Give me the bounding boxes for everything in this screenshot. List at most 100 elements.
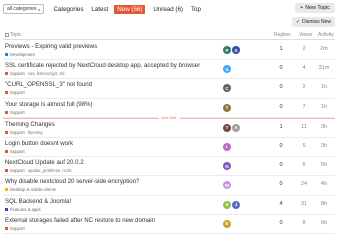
topic-list: Previews - Expiring valid previews Develo… [3,41,335,234]
category-badge[interactable]: Support [10,168,25,173]
activity-time[interactable]: 3h [315,143,333,149]
category-dropdown[interactable]: all categories ▸ [3,4,45,14]
category-color-swatch [5,149,8,153]
activity-time[interactable]: 8h [315,201,333,207]
new-topic-button[interactable]: + New Topic [295,3,335,13]
category-badge[interactable]: Support [10,130,25,135]
topic-meta: Features & apps [5,207,41,212]
check-icon: ✓ [295,19,301,25]
topic-row[interactable]: Why disable nextcloud 20 server-side enc… [3,176,335,196]
nav-latest[interactable]: Latest [91,6,108,13]
activity-time[interactable]: 3h [315,124,333,130]
nav-unread[interactable]: Unread (6) [153,6,183,13]
topic-row[interactable]: NextCloud Update auf 20.0.2 Support update… [3,157,335,177]
avatar[interactable]: A [232,123,240,132]
topic-tags[interactable]: nas, letsencrypt, ssl [28,71,65,76]
views-count: 5 [302,142,306,149]
avatar[interactable]: G [223,65,231,74]
category-color-swatch [5,72,8,76]
category-badge[interactable]: Support [10,71,25,76]
topic-title-link[interactable]: NextCloud Update auf 20.0.2 [5,159,84,166]
avatar[interactable]: L [223,142,231,151]
views-count: 7 [302,103,306,110]
topic-row[interactable]: Theming Changes Support theming T A 1 11 3h [3,119,335,138]
topic-row[interactable]: External storages failed after NC restor… [3,215,335,234]
category-badge[interactable]: Development [10,52,35,57]
category-dropdown-label: all categories [7,6,37,12]
activity-time[interactable]: 5h [315,162,333,168]
category-color-swatch [5,110,8,114]
avatar[interactable]: Y [223,103,231,112]
topic-row[interactable]: Previews - Expiring valid previews Develo… [3,41,335,61]
category-color-swatch [5,91,8,95]
avatar[interactable]: T [223,123,231,132]
category-badge[interactable]: Support [10,149,25,154]
category-color-swatch [5,130,8,134]
views-count: 31 [300,200,308,207]
avatar[interactable]: C [223,84,231,93]
category-badge[interactable]: Support [10,110,25,115]
topic-title-link[interactable]: SQL Backend & Joomla! [5,198,71,205]
avatar[interactable]: S [232,46,240,54]
header-views[interactable]: Views [299,32,312,38]
topic-row[interactable]: "CURL_OPENSSL_3" not found Support C 0 2 1h [3,79,335,99]
activity-time[interactable]: 4h [315,181,333,187]
select-checkbox-icon[interactable] [5,32,9,37]
avatar[interactable]: W [223,181,231,190]
replies-count: 0 [279,103,283,110]
topic-meta: Support theming [5,130,43,135]
activity-time[interactable]: 31m [315,65,333,71]
topic-title-link[interactable]: Your storage is almost full (98%) [5,101,93,108]
poster-avatars: C [223,84,231,93]
avatar[interactable]: E [223,219,231,228]
topic-meta: Development [5,52,35,57]
header-activity[interactable]: Activity [318,32,334,38]
dismiss-new-button[interactable]: ✓ Dismiss New [291,17,335,27]
header-replies[interactable]: Replies [274,32,291,38]
chevron-right-icon: ▸ [38,6,41,12]
topic-title-link[interactable]: SSL certificate rejected by NextCloud de… [5,62,200,69]
category-badge[interactable]: Desktop & mobile clients [10,187,56,192]
dismiss-new-label: Dismiss New [302,19,331,25]
topic-row[interactable]: SQL Backend & Joomla! Features & apps S J 4 3… [3,196,335,215]
avatar[interactable]: J [232,200,240,209]
avatar[interactable]: P [223,46,231,54]
replies-count: 0 [279,84,283,91]
replies-count: 0 [279,142,283,149]
replies-count: 0 [279,219,283,226]
category-badge[interactable]: Support [10,226,25,231]
topic-title-link[interactable]: "CURL_OPENSSL_3" not found [5,81,92,88]
activity-time[interactable]: 6h [315,220,333,226]
nav-top[interactable]: Top [191,6,201,13]
category-badge[interactable]: Features & apps [10,207,41,212]
top-nav: all categories ▸ Categories Latest New (… [3,3,335,15]
category-badge[interactable]: Support [10,90,25,95]
poster-avatars: N [223,162,231,171]
views-count: 2 [302,84,306,91]
avatar[interactable]: N [223,162,231,171]
topic-row[interactable]: Login button doesnt work Support L 0 5 3h [3,138,335,158]
topic-meta: Support [5,110,25,115]
poster-avatars: SJ [223,200,240,209]
topic-row[interactable]: SSL certificate rejected by NextCloud de… [3,60,335,80]
avatar[interactable]: S [223,200,231,209]
nav-new[interactable]: New (56) [114,4,146,14]
topic-title-link[interactable]: Why disable nextcloud 20 server-side enc… [5,178,139,185]
topic-title-link[interactable]: Previews - Expiring valid previews [5,43,97,50]
topic-title-link[interactable]: Theming Changes [5,121,55,128]
replies-count: 1 [279,123,283,130]
views-count: 11 [301,123,307,130]
activity-time[interactable]: 1h [315,84,333,90]
activity-time[interactable]: 1h [315,104,333,110]
nav-categories[interactable]: Categories [53,6,83,13]
topic-meta: Support update_problems, nc20 [5,168,71,173]
views-count: 4 [302,65,306,72]
header-topic[interactable]: Topic [5,32,22,38]
topic-title-link[interactable]: Login button doesnt work [5,140,73,147]
topic-tags[interactable]: update_problems, nc20 [28,168,72,173]
category-color-swatch [5,53,8,56]
poster-avatars: E [223,219,231,228]
topic-title-link[interactable]: External storages failed after NC restor… [5,217,155,224]
topic-tags[interactable]: theming [28,130,43,135]
activity-time[interactable]: 2m [315,46,333,52]
